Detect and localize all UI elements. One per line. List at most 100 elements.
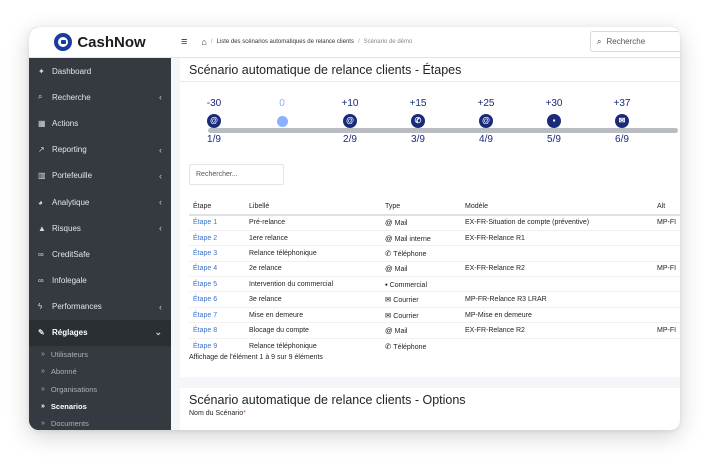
sidebar-subitem-abonn-[interactable]: » Abonné	[29, 363, 171, 380]
timeline-step[interactable]: +25 @4/9	[469, 98, 503, 145]
required-mark: *	[243, 410, 246, 417]
sidebar-item-risques[interactable]: ▲ Risques ‹	[29, 215, 171, 241]
table-row[interactable]: Étape 8 Blocage du compte @ Mail EX-FR-Relan…	[189, 322, 680, 339]
sidebar-item-label: Recherche	[52, 92, 91, 102]
sidebar-item-label: Performances	[52, 302, 102, 312]
sidebar-item-label: Infolegale	[52, 276, 87, 286]
sidebar-subitem-label: Abonné	[50, 367, 77, 377]
sidebar-subitem-organisations[interactable]: » Organisations	[29, 380, 171, 397]
step-alt-model: MP-FI	[653, 322, 680, 339]
table-row[interactable]: Étape 7 Mise en demeure ✉ Courrier MP-Mise e…	[189, 306, 680, 323]
step-alt-model	[653, 276, 680, 292]
step-type: ✆ Téléphone	[381, 245, 461, 262]
sidebar-item-actions[interactable]: ▦ Actions	[29, 110, 171, 136]
timeline-step[interactable]: +10 @2/9	[333, 98, 367, 145]
step-link[interactable]: Étape 5	[189, 276, 245, 292]
email-icon: @	[207, 114, 221, 128]
envelope-icon: ✉	[385, 310, 392, 320]
double-chevron-right-icon: »	[41, 385, 45, 393]
step-link[interactable]: Étape 1	[189, 214, 245, 231]
step-link[interactable]: Étape 6	[189, 291, 245, 308]
step-link[interactable]: Étape 3	[189, 245, 245, 262]
scenario-name-label: Nom du Scénario*	[180, 410, 680, 417]
column-header[interactable]: Alt	[653, 198, 680, 216]
timeline-step[interactable]: -30 @1/9	[197, 98, 231, 145]
step-type-text: Mail	[394, 266, 408, 274]
step-label: Pré-relance	[245, 214, 381, 231]
at-sign-icon: @	[385, 325, 393, 335]
timeline-offset: +15	[409, 98, 427, 109]
phone-icon: ✆	[385, 341, 392, 351]
table-row[interactable]: Étape 4 2e relance @ Mail EX-FR-Relance R2 MP…	[189, 260, 680, 277]
timeline-step[interactable]: 0	[265, 98, 299, 133]
brand-name: CashNow	[77, 33, 146, 51]
column-header[interactable]: Libellé	[245, 198, 381, 216]
sidebar-item-dashboard[interactable]: ✦ Dashboard	[29, 58, 171, 84]
global-search-input[interactable]: ⌕ Recherche	[590, 31, 680, 52]
sidebar-item-label: Reporting	[52, 145, 87, 155]
sidebar-item-reporting[interactable]: ↗ Reporting ‹	[29, 137, 171, 163]
hamburger-menu-icon[interactable]: ≡	[181, 36, 187, 48]
sidebar-item-performances[interactable]: ϟ Performances ‹	[29, 294, 171, 320]
topbar: ≡ ⌂ / Liste des scénarios automatiques d…	[171, 27, 680, 58]
sidebar-item-creditsafe[interactable]: ∞ CreditSafe	[29, 241, 171, 267]
table-row[interactable]: Étape 3 Relance téléphonique ✆ Téléphone	[189, 245, 680, 262]
step-link[interactable]: Étape 4	[189, 260, 245, 277]
table-search-input[interactable]: Rechercher...	[189, 164, 284, 185]
phone-icon: ✆	[411, 114, 425, 128]
brand[interactable]: CashNow	[29, 27, 171, 58]
at-sign-icon: @	[385, 233, 393, 243]
column-header[interactable]: Type	[381, 198, 461, 216]
sidebar-item-infolegale[interactable]: ∞ Infolegale	[29, 268, 171, 294]
timeline-step[interactable]: +15 ✆ 3/9	[401, 98, 435, 145]
table-header-row: Étape Libellé Type Modèle Alt	[189, 198, 680, 216]
chevron-left-icon: ‹	[159, 170, 162, 181]
table-row[interactable]: Étape 2 1ere relance @ Mail interne EX-FR-Re…	[189, 229, 680, 246]
sidebar-subitem-label: Utilisateurs	[50, 350, 88, 360]
sidebar-item-r-glages[interactable]: ✎ Réglages ⌄	[29, 319, 171, 347]
table-row[interactable]: Étape 6 3e relance ✉ Courrier MP-FR-Relance …	[189, 291, 680, 308]
sidebar-subitem-utilisateurs[interactable]: » Utilisateurs	[29, 346, 171, 363]
steps-table: Étape Libellé Type Modèle Alt Étape 1 Pré-rel…	[189, 198, 680, 354]
step-alt-model	[653, 337, 680, 354]
column-header[interactable]: Modèle	[461, 198, 653, 216]
timeline-index: 6/9	[615, 134, 629, 145]
sidebar-item-portefeuille[interactable]: ▥ Portefeuille ‹	[29, 163, 171, 189]
scenario-timeline: -30 @1/9 0 +10 @2/9 +15 ✆ 3/9 +25 @4/9 +30 ▪ 5/9 +37 ✉…	[180, 98, 680, 154]
table-row[interactable]: Étape 5 Intervention du commercial ▪ Commer…	[189, 276, 680, 292]
sidebar-subitem-label: Organisations	[50, 384, 98, 394]
breadcrumb-link-scenarios[interactable]: Liste des scénarios automatiques de rela…	[217, 39, 354, 45]
table-info: Affichage de l'élément 1 à 9 sur 9 éléme…	[189, 354, 323, 361]
timeline-offset: +37	[613, 98, 631, 109]
double-chevron-right-icon: »	[41, 419, 45, 427]
briefcase-icon: ▪	[385, 279, 388, 289]
chevron-down-icon: ⌄	[154, 327, 162, 338]
wrench-icon: ✎	[38, 328, 45, 338]
briefcase-icon: ▪	[547, 114, 561, 128]
chart-icon: ↗	[38, 145, 45, 155]
breadcrumb-separator: /	[210, 39, 213, 45]
step-link[interactable]: Étape 2	[189, 229, 245, 246]
timeline-step[interactable]: +37 ✉ 6/9	[605, 98, 639, 145]
step-alt-model	[653, 291, 680, 308]
sidebar-subitem-documents[interactable]: » Documents	[29, 415, 171, 430]
sidebar-subitem-label: Documents	[50, 418, 89, 428]
step-link[interactable]: Étape 9	[189, 337, 245, 354]
step-type: ✆ Téléphone	[381, 337, 461, 354]
sidebar-subitem-scenarios[interactable]: » Scenarios	[29, 398, 171, 415]
home-icon[interactable]: ⌂	[201, 37, 206, 47]
step-link[interactable]: Étape 8	[189, 322, 245, 339]
timeline-step[interactable]: +30 ▪ 5/9	[537, 98, 571, 145]
step-model: EX-FR-Relance R2	[461, 260, 653, 277]
sidebar-item-recherche[interactable]: ⌕ Recherche ‹	[29, 84, 171, 110]
table-row[interactable]: Étape 9 Relance téléphonique ✆ Téléphone	[189, 337, 680, 354]
step-type-text: Courrier	[393, 297, 419, 305]
timeline-index: 1/9	[207, 134, 221, 145]
table-row[interactable]: Étape 1 Pré-relance @ Mail EX-FR-Situation d…	[189, 214, 680, 231]
sidebar-item-label: CreditSafe	[52, 249, 90, 259]
sidebar-item-analytique[interactable]: ◕ Analytique ‹	[29, 189, 171, 215]
at-sign-icon: @	[385, 218, 393, 228]
step-link[interactable]: Étape 7	[189, 306, 245, 323]
timeline-offset: +10	[341, 98, 359, 109]
column-header[interactable]: Étape	[189, 198, 245, 216]
